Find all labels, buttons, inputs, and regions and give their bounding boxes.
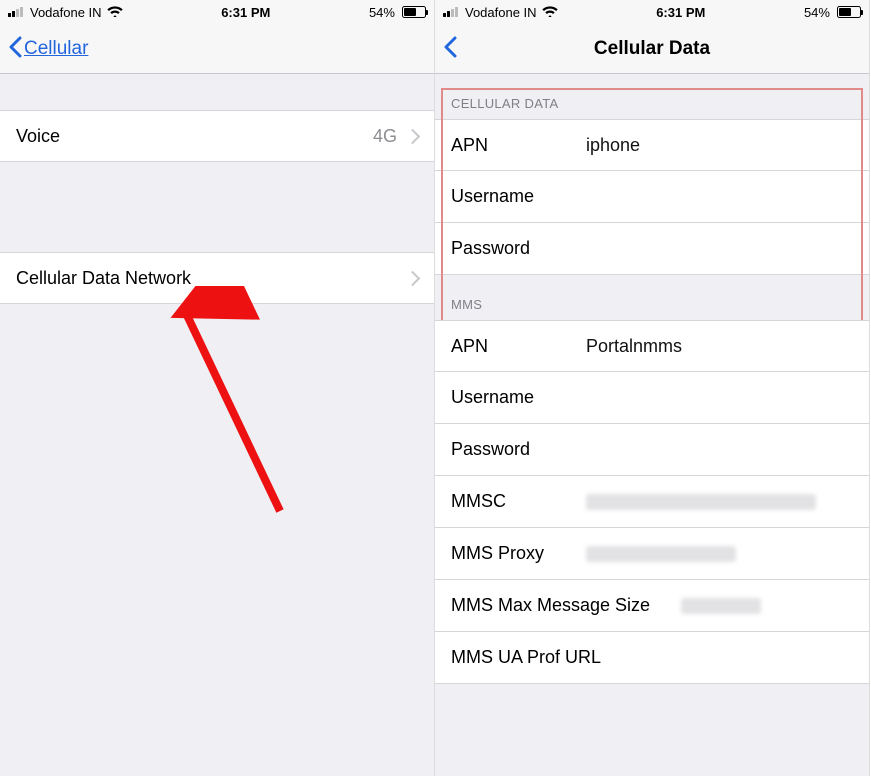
left-screenshot: Vodafone IN 6:31 PM 54% Cellular Voice 4… [0, 0, 435, 776]
annotation-arrow-icon [110, 286, 300, 531]
navbar: Cellular Data [435, 24, 869, 74]
row-mms-proxy-value-redacted [586, 546, 736, 562]
signal-icon [443, 7, 458, 17]
row-mms-mmsc-label: MMSC [451, 491, 586, 512]
row-mms-password[interactable]: Password [435, 424, 869, 476]
row-mms-max-size-label: MMS Max Message Size [451, 595, 681, 616]
back-chevron-icon[interactable] [8, 35, 24, 63]
row-cd-apn[interactable]: APN iphone [435, 119, 869, 171]
section-header-mms: MMS [435, 275, 869, 320]
row-mms-username[interactable]: Username [435, 372, 869, 424]
row-mms-password-label: Password [451, 439, 586, 460]
row-mms-mmsc[interactable]: MMSC [435, 476, 869, 528]
battery-pct-label: 54% [804, 5, 830, 20]
row-voice-label: Voice [16, 126, 151, 147]
navbar: Cellular [0, 24, 434, 74]
row-cd-username[interactable]: Username [435, 171, 869, 223]
battery-icon [834, 6, 861, 18]
clock-label: 6:31 PM [656, 5, 705, 20]
wifi-icon [542, 4, 558, 20]
row-mms-ua-prof[interactable]: MMS UA Prof URL [435, 632, 869, 684]
row-mms-ua-prof-label: MMS UA Prof URL [451, 647, 853, 668]
row-cd-username-label: Username [451, 186, 586, 207]
row-mms-max-size[interactable]: MMS Max Message Size [435, 580, 869, 632]
row-mms-apn[interactable]: APN Portalnmms [435, 320, 869, 372]
signal-icon [8, 7, 23, 17]
row-mms-proxy[interactable]: MMS Proxy [435, 528, 869, 580]
row-mms-proxy-label: MMS Proxy [451, 543, 586, 564]
row-cdn-label: Cellular Data Network [16, 268, 403, 289]
row-mms-apn-value[interactable]: Portalnmms [586, 336, 682, 357]
clock-label: 6:31 PM [221, 5, 270, 20]
row-mms-max-size-value-redacted [681, 598, 761, 614]
row-voice[interactable]: Voice 4G [0, 110, 434, 162]
status-bar: Vodafone IN 6:31 PM 54% [435, 0, 869, 24]
carrier-label: Vodafone IN [465, 5, 537, 20]
row-cellular-data-network[interactable]: Cellular Data Network [0, 252, 434, 304]
back-button[interactable]: Cellular [24, 38, 88, 60]
row-mms-apn-label: APN [451, 336, 586, 357]
carrier-label: Vodafone IN [30, 5, 102, 20]
row-mms-mmsc-value-redacted [586, 494, 816, 510]
right-screenshot: Vodafone IN 6:31 PM 54% Cellular Data CE… [435, 0, 870, 776]
row-cd-apn-label: APN [451, 135, 586, 156]
row-voice-value: 4G [373, 126, 397, 147]
back-chevron-icon[interactable] [443, 35, 459, 63]
row-cd-password[interactable]: Password [435, 223, 869, 275]
row-cd-apn-value[interactable]: iphone [586, 135, 640, 156]
battery-pct-label: 54% [369, 5, 395, 20]
section-header-cellular-data: CELLULAR DATA [435, 74, 869, 119]
status-bar: Vodafone IN 6:31 PM 54% [0, 0, 434, 24]
wifi-icon [107, 4, 123, 20]
page-title: Cellular Data [435, 38, 869, 60]
row-cd-password-label: Password [451, 238, 586, 259]
row-mms-username-label: Username [451, 387, 586, 408]
battery-icon [399, 6, 426, 18]
